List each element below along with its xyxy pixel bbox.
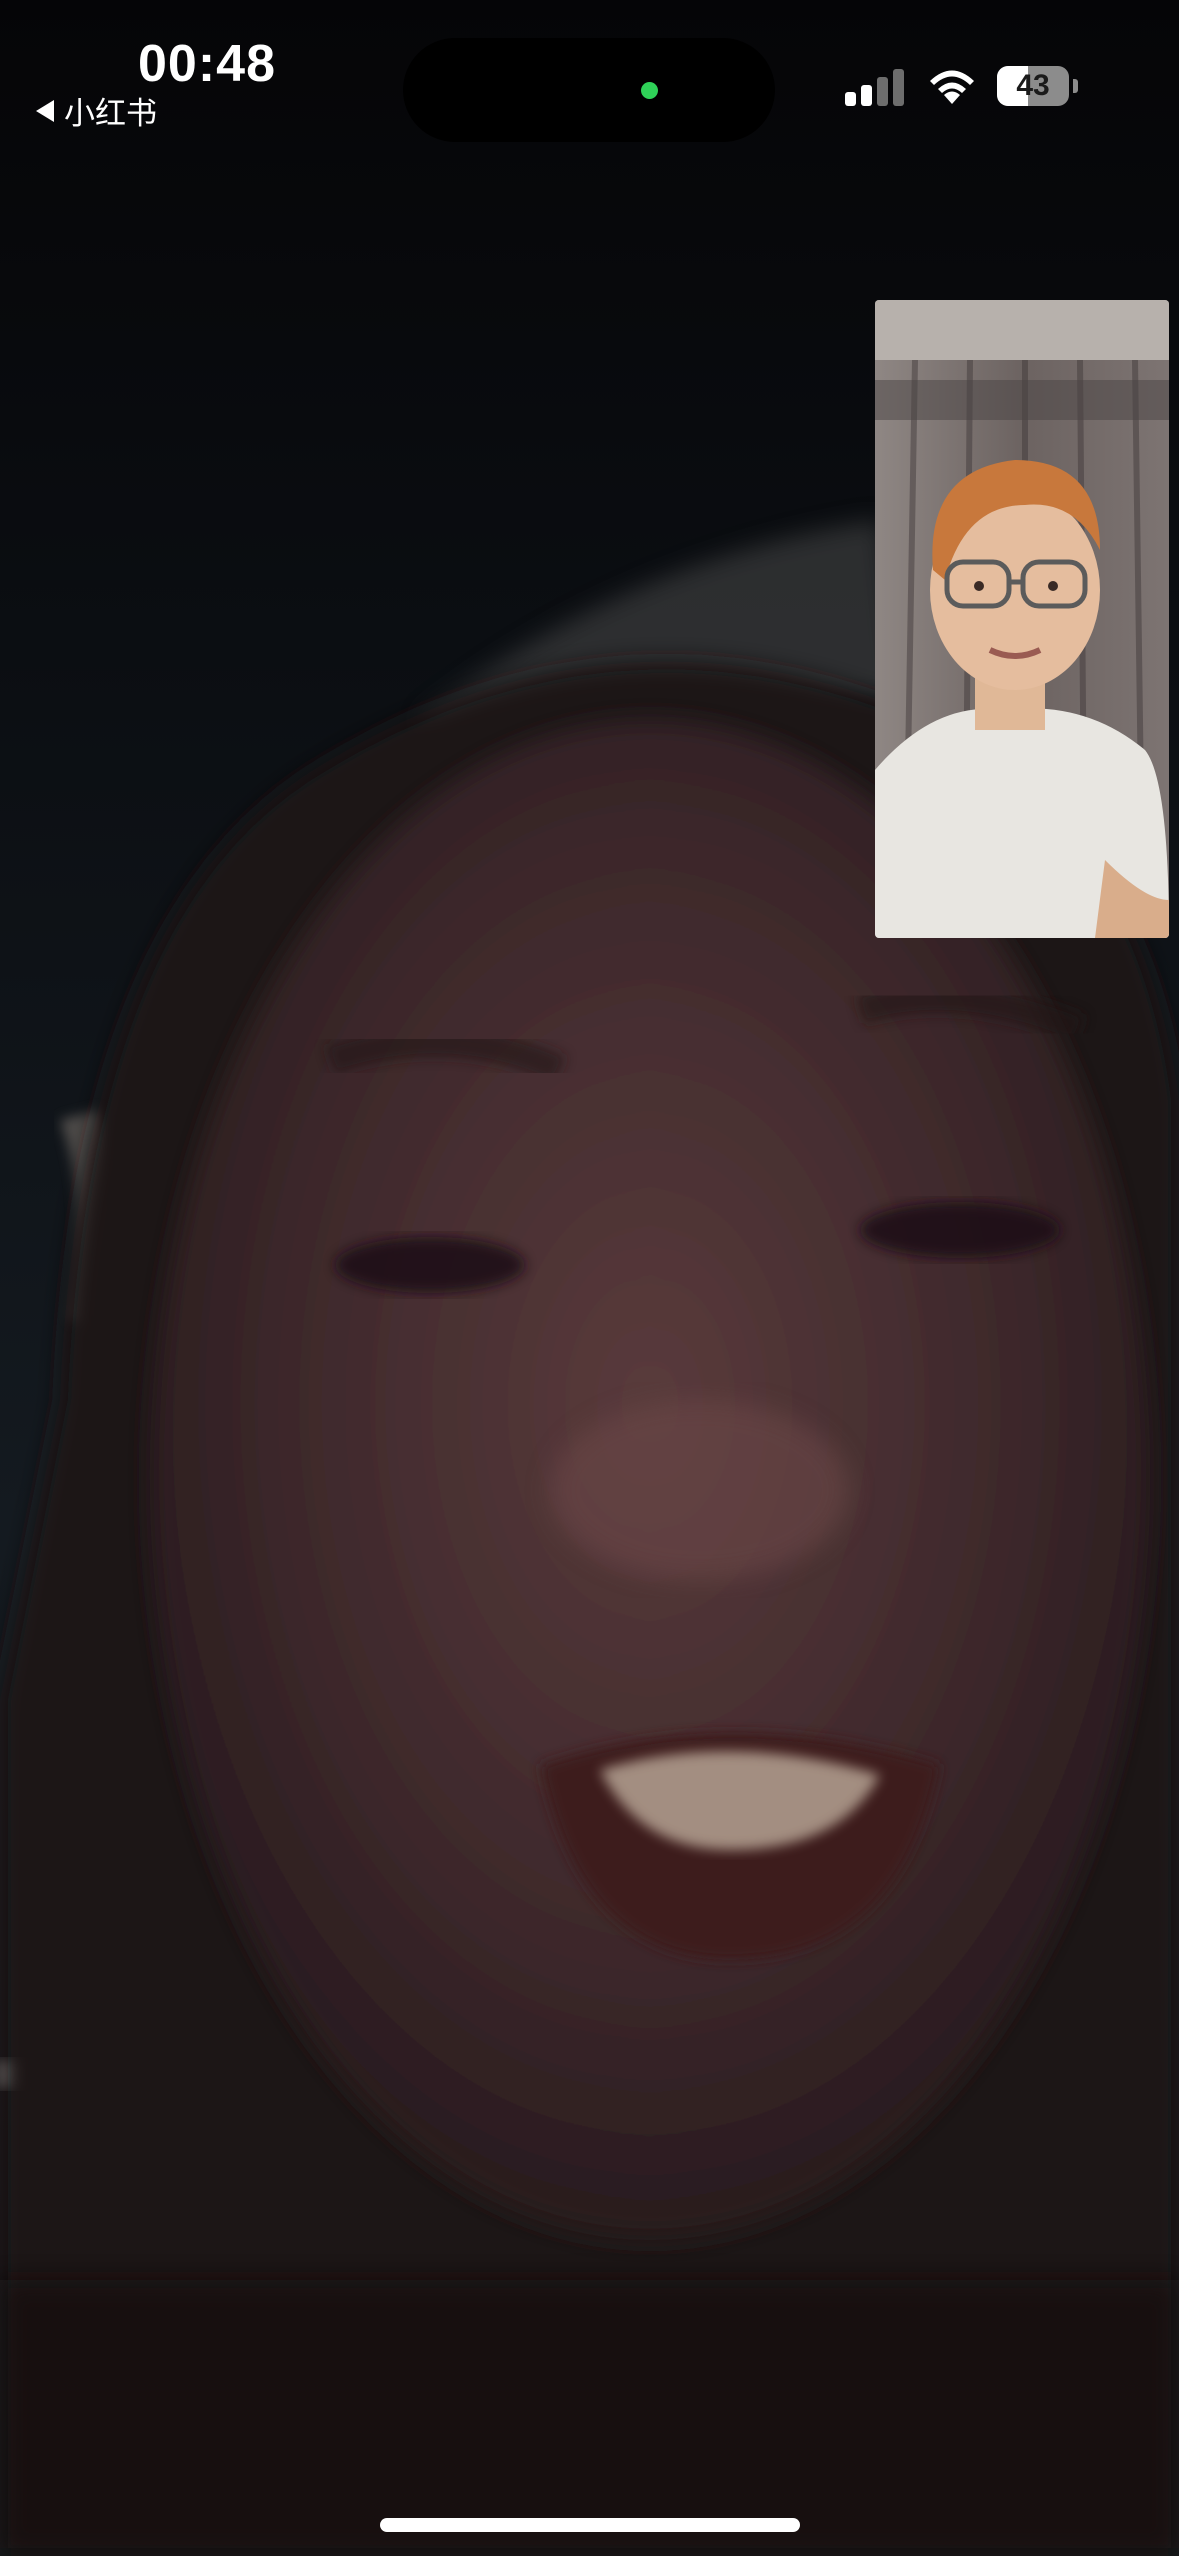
home-indicator[interactable] [380,2518,800,2532]
signal-bar-3 [877,77,888,106]
camera-in-use-indicator-icon [641,82,658,99]
battery-body: 43 [997,66,1069,106]
wifi-icon [930,70,974,104]
dynamic-island[interactable] [403,38,775,142]
battery-cap [1073,79,1078,93]
status-time: 00:48 [138,35,276,93]
battery-icon: 43 [997,66,1078,106]
signal-bar-2 [861,85,872,106]
battery-percentage: 43 [1016,69,1050,102]
video-call-screen: 00:48 小红书 43 [0,0,1179,2556]
self-camera-image [875,300,1169,938]
status-bar: 00:48 小红书 43 [0,0,1179,150]
self-view-pip[interactable] [875,300,1169,938]
cellular-signal-icon [845,66,905,106]
back-app-label: 小红书 [64,96,157,131]
back-to-app-button[interactable]: 小红书 [36,88,157,133]
back-arrow-icon [36,99,54,122]
signal-bar-4 [893,69,904,106]
signal-bar-1 [845,92,856,106]
